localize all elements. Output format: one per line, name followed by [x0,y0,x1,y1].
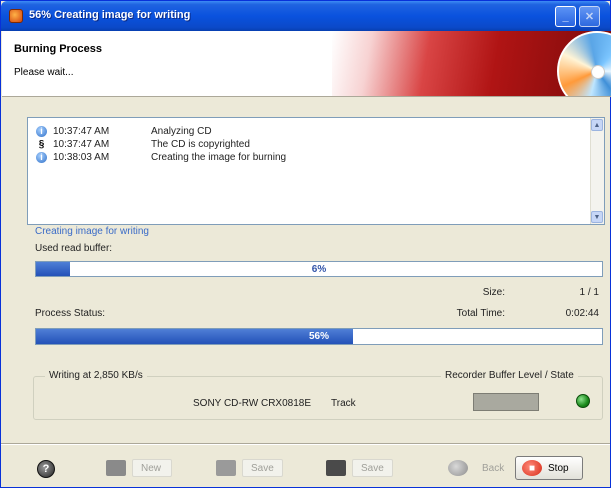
disk-button[interactable]: Save [319,456,394,480]
info-icon: i [36,151,47,163]
stop-icon: ■ [522,460,542,476]
log-message: The CD is copyrighted [151,138,250,150]
header-subtitle: Please wait... [14,67,74,78]
close-icon: ✕ [584,11,595,23]
help-button[interactable]: ? [37,460,55,478]
status-section-label: Creating image for writing [35,226,149,237]
back-button[interactable]: Back [441,456,513,480]
stop-button-label: Stop [548,462,569,474]
new-button[interactable]: New [99,456,173,480]
log-time: 10:37:47 AM [53,125,110,137]
total-time-value: 0:02:44 [565,308,599,319]
back-arrow-icon [448,460,468,476]
window-title: 56% Creating image for writing [29,9,191,21]
app-icon [9,9,23,23]
buffer-level-legend: Recorder Buffer Level / State [441,370,578,381]
warning-icon: § [38,138,45,150]
read-buffer-progress: 6% [35,261,603,277]
process-status-label: Process Status: [35,308,106,319]
scroll-down-icon[interactable]: ▼ [591,211,603,223]
process-progress: 56% [35,328,603,345]
track-label: Track [331,398,356,409]
minimize-icon: _ [562,10,569,23]
drive-name: SONY CD-RW CRX0818E [193,398,311,409]
toolbar-divider-highlight [1,444,610,445]
new-button-label: New [132,459,172,477]
close-button[interactable]: ✕ [579,6,600,27]
help-icon: ? [42,463,50,475]
save-button-label: Save [242,459,283,477]
size-value: 1 / 1 [579,287,599,298]
log-entry: § 10:37:47 AM The CD is copyrighted [36,137,250,151]
header-title: Burning Process [14,43,103,55]
new-project-icon [106,460,126,476]
log-time: 10:37:47 AM [53,138,110,150]
writing-speed: Writing at 2,850 KB/s [45,370,147,381]
log-entry: i 10:37:47 AM Analyzing CD [36,124,212,138]
stop-button[interactable]: ■ Stop [515,456,583,480]
minimize-button[interactable]: _ [555,6,576,27]
header-banner: Burning Process Please wait... [2,31,611,97]
burning-process-window: 56% Creating image for writing _ ✕ Burni… [0,0,611,488]
info-icon: i [36,125,47,137]
read-buffer-percent: 6% [311,263,327,275]
process-percent: 56% [308,331,329,342]
recorder-buffer-level [473,393,539,411]
buffer-label: Used read buffer: [35,243,113,254]
back-button-label: Back [482,462,505,474]
log-scrollbar[interactable]: ▲ ▼ [590,118,604,224]
disk-button-label: Save [352,459,393,477]
log-entry: i 10:38:03 AM Creating the image for bur… [36,150,286,164]
save-button[interactable]: Save [209,456,284,480]
size-label: Size: [482,287,505,298]
log-message: Creating the image for burning [151,151,287,163]
floppy-disk-icon [326,460,346,476]
total-time-label: Total Time: [456,308,505,319]
recorder-state-led-icon [576,394,590,408]
save-icon [216,460,236,476]
log-time: 10:38:03 AM [53,151,110,163]
scroll-up-icon[interactable]: ▲ [591,119,603,131]
log-message: Analyzing CD [151,125,212,137]
log-list[interactable]: i 10:37:47 AM Analyzing CD § 10:37:47 AM… [27,117,605,225]
title-bar[interactable]: 56% Creating image for writing _ ✕ [1,1,610,31]
